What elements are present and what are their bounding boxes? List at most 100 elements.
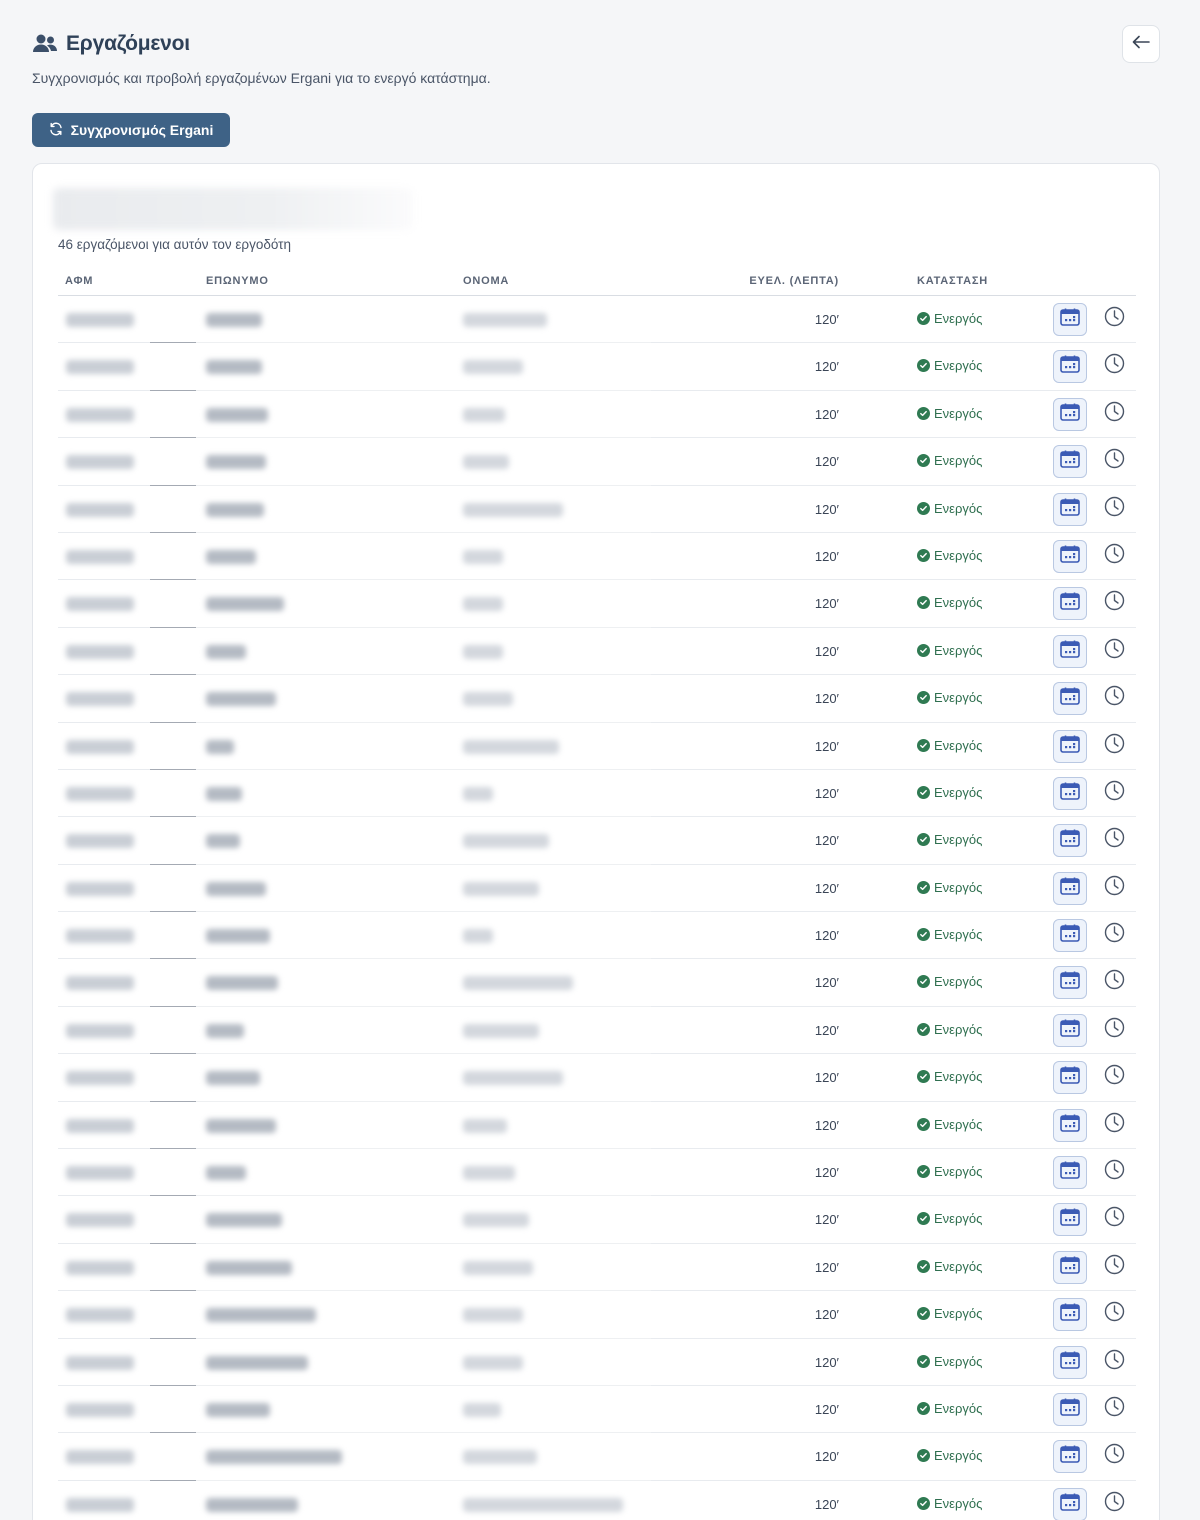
name-cell-redacted (463, 834, 549, 849)
schedule-button[interactable] (1053, 634, 1087, 668)
schedule-button[interactable] (1053, 1345, 1087, 1379)
history-button[interactable] (1103, 1444, 1125, 1467)
table-row[interactable]: 120′ Ενεργός (58, 1005, 1136, 1054)
schedule-button[interactable] (1053, 1108, 1087, 1142)
history-button[interactable] (1103, 685, 1125, 709)
schedule-button[interactable] (1053, 397, 1087, 431)
surname-cell-redacted (206, 1071, 260, 1086)
clock-icon (1104, 306, 1125, 332)
history-button[interactable] (1103, 591, 1125, 614)
column-header-name[interactable]: ΟΝΟΜΑ (463, 275, 509, 287)
table-row[interactable]: 120′ Ενεργός (58, 1242, 1136, 1291)
table-row[interactable]: 120′ Ενεργός (58, 437, 1136, 485)
table-row[interactable]: 120′ Ενεργός (58, 674, 1136, 722)
schedule-button[interactable] (1053, 871, 1087, 905)
schedule-button[interactable] (1053, 303, 1087, 336)
table-row[interactable]: 120′ Ενεργός (58, 1290, 1136, 1338)
surname-cell-redacted (206, 834, 240, 849)
schedule-button[interactable] (1053, 587, 1087, 621)
status-cell: Ενεργός (917, 453, 982, 468)
history-button[interactable] (1103, 401, 1125, 425)
history-button[interactable] (1103, 1254, 1125, 1280)
table-row[interactable]: 120′ Ενεργός (58, 1384, 1136, 1433)
history-button[interactable] (1103, 733, 1125, 757)
table-row[interactable]: 120′ Ενεργός (58, 1053, 1136, 1101)
history-button[interactable] (1103, 543, 1125, 567)
schedule-button[interactable] (1053, 1156, 1087, 1190)
history-button[interactable] (1103, 1349, 1125, 1373)
surname-cell-redacted (206, 455, 266, 470)
schedule-button[interactable] (1053, 1440, 1087, 1474)
schedule-button[interactable] (1053, 1061, 1087, 1095)
table-row[interactable]: 120′ Ενεργός (58, 579, 1136, 627)
column-header-afm[interactable]: ΑΦΜ (65, 275, 93, 287)
history-button[interactable] (1103, 1302, 1125, 1325)
surname-cell-redacted (206, 786, 242, 801)
history-button[interactable] (1103, 1112, 1125, 1136)
table-row[interactable]: 120′ Ενεργός (58, 958, 1136, 1006)
history-button[interactable] (1103, 448, 1125, 472)
table-row[interactable]: 120′ Ενεργός (58, 1479, 1136, 1520)
flex-minutes-cell: 120′ (814, 548, 839, 564)
history-button[interactable] (1103, 1491, 1125, 1515)
table-row[interactable]: 120′ Ενεργός (58, 484, 1136, 533)
schedule-button[interactable] (1053, 1298, 1087, 1332)
table-row[interactable]: 120′ Ενεργός (58, 1195, 1136, 1243)
history-button[interactable] (1103, 1207, 1125, 1230)
schedule-button[interactable] (1053, 682, 1087, 716)
schedule-button[interactable] (1053, 919, 1087, 953)
schedule-button[interactable] (1053, 1013, 1087, 1047)
column-header-status[interactable]: ΚΑΤΑΣΤΑΣΗ (917, 275, 988, 287)
history-button[interactable] (1103, 1017, 1125, 1043)
schedule-button[interactable] (1053, 539, 1087, 573)
table-row[interactable]: 120′ Ενεργός (58, 626, 1136, 675)
schedule-button[interactable] (1053, 1250, 1087, 1284)
table-row[interactable]: 120′ Ενεργός (58, 1100, 1136, 1149)
schedule-button[interactable] (1053, 1487, 1087, 1520)
schedule-button[interactable] (1053, 776, 1087, 810)
back-button[interactable] (1122, 25, 1160, 63)
calendar-icon (1060, 1019, 1080, 1042)
name-cell-redacted (463, 1213, 529, 1228)
schedule-button[interactable] (1053, 966, 1087, 1000)
table-row[interactable]: 120′ Ενεργός (58, 911, 1136, 959)
schedule-button[interactable] (1053, 1392, 1087, 1426)
surname-cell-redacted (206, 597, 284, 612)
status-cell: Ενεργός (917, 974, 982, 989)
table-row[interactable]: 120′ Ενεργός (58, 768, 1136, 817)
table-row[interactable]: 120′ Ενεργός (58, 1148, 1136, 1196)
history-button[interactable] (1103, 638, 1125, 662)
table-row[interactable]: 120′ Ενεργός (58, 863, 1136, 912)
table-row[interactable]: 120′ Ενεργός (58, 1337, 1136, 1386)
column-header-flex[interactable]: ΕΥΕΛ. (ΛΕΠΤΑ) (688, 275, 839, 287)
history-button[interactable] (1103, 1065, 1125, 1088)
history-button[interactable] (1103, 1159, 1125, 1183)
schedule-button[interactable] (1053, 350, 1087, 384)
table-row[interactable]: 120′ Ενεργός (58, 1432, 1136, 1480)
table-row[interactable]: 120′ Ενεργός (58, 342, 1136, 390)
history-button[interactable] (1103, 1396, 1125, 1420)
table-row[interactable]: 120′ Ενεργός (58, 531, 1136, 580)
clock-icon (1104, 1017, 1125, 1043)
column-header-surname[interactable]: ΕΠΩΝΥΜΟ (206, 275, 269, 287)
history-button[interactable] (1103, 496, 1125, 520)
history-button[interactable] (1103, 970, 1125, 993)
history-button[interactable] (1103, 875, 1125, 899)
history-button[interactable] (1103, 354, 1125, 377)
sync-ergani-button[interactable]: Συγχρονισμός Ergani (32, 113, 230, 147)
history-button[interactable] (1103, 922, 1125, 946)
schedule-button[interactable] (1053, 1203, 1087, 1237)
table-row[interactable]: 120′ Ενεργός (58, 721, 1136, 770)
table-row[interactable]: 120′ Ενεργός (58, 296, 1136, 343)
table-row[interactable]: 120′ Ενεργός (58, 389, 1136, 438)
history-button[interactable] (1103, 306, 1125, 332)
clock-icon (1104, 1254, 1125, 1280)
table-row[interactable]: 120′ Ενεργός (58, 816, 1136, 864)
schedule-button[interactable] (1053, 824, 1087, 858)
schedule-button[interactable] (1053, 445, 1087, 479)
status-cell: Ενεργός (917, 643, 982, 658)
schedule-button[interactable] (1053, 729, 1087, 763)
schedule-button[interactable] (1053, 492, 1087, 526)
history-button[interactable] (1103, 780, 1125, 804)
history-button[interactable] (1103, 828, 1125, 851)
